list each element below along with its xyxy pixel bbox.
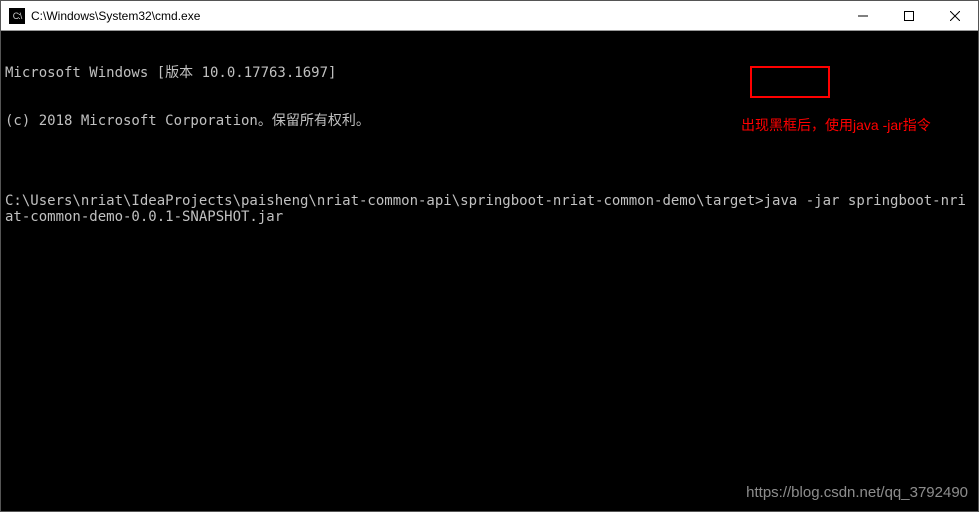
window-controls xyxy=(840,1,978,30)
command-text: java -jar xyxy=(764,193,848,209)
prompt-line: C:\Users\nriat\IdeaProjects\paisheng\nri… xyxy=(5,193,974,225)
watermark-text: https://blog.csdn.net/qq_3792490 xyxy=(746,485,968,501)
close-button[interactable] xyxy=(932,1,978,30)
terminal-output[interactable]: Microsoft Windows [版本 10.0.17763.1697] (… xyxy=(1,31,978,511)
cmd-window: C:\ C:\Windows\System32\cmd.exe Microsof… xyxy=(0,0,979,512)
annotation-label: 出现黑框后，使用java -jar指令 xyxy=(741,117,931,133)
minimize-button[interactable] xyxy=(840,1,886,30)
prompt-path: C:\Users\nriat\IdeaProjects\paisheng\nri… xyxy=(5,193,764,209)
maximize-button[interactable] xyxy=(886,1,932,30)
titlebar[interactable]: C:\ C:\Windows\System32\cmd.exe xyxy=(1,1,978,31)
version-line: Microsoft Windows [版本 10.0.17763.1697] xyxy=(5,65,974,81)
window-title: C:\Windows\System32\cmd.exe xyxy=(31,9,840,23)
cmd-icon: C:\ xyxy=(9,8,25,24)
